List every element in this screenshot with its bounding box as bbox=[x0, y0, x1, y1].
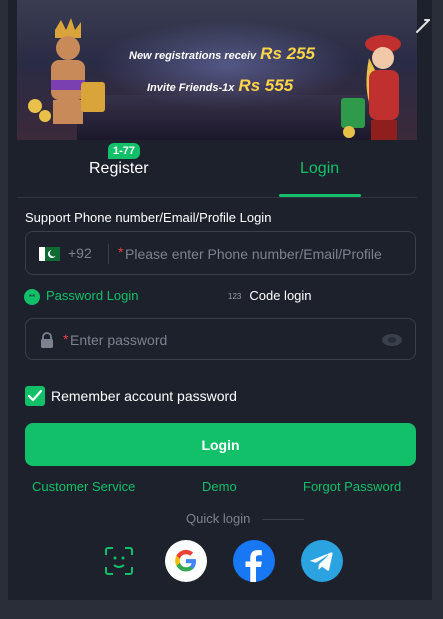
banner-line-registration: New registrations receiv Rs 255 bbox=[129, 44, 315, 64]
phone-input[interactable] bbox=[125, 244, 405, 264]
password-mode-icon: ** bbox=[24, 288, 40, 305]
remember-label: Remember account password bbox=[51, 388, 237, 404]
face-id-button[interactable] bbox=[104, 546, 134, 576]
customer-service-link[interactable]: Customer Service bbox=[32, 479, 135, 494]
password-login-mode[interactable]: ** Password Login bbox=[24, 288, 139, 305]
support-label: Support Phone number/Email/Profile Login bbox=[25, 210, 272, 225]
tab-register-label: Register bbox=[89, 160, 149, 177]
lock-icon bbox=[41, 332, 53, 348]
login-button[interactable]: Login bbox=[25, 423, 416, 466]
tab-active-indicator bbox=[279, 194, 361, 197]
tab-register[interactable]: Register bbox=[89, 160, 149, 178]
google-icon bbox=[175, 549, 196, 572]
face-id-icon bbox=[105, 547, 133, 575]
check-icon bbox=[27, 389, 43, 402]
promo-banner[interactable]: New registrations receiv Rs 255 Invite Fr… bbox=[17, 0, 417, 140]
remember-password[interactable]: Remember account password bbox=[25, 386, 237, 406]
forgot-password-link[interactable]: Forgot Password bbox=[303, 479, 401, 494]
banner-line2-amount: Rs 555 bbox=[238, 76, 294, 95]
google-login-button[interactable] bbox=[165, 540, 207, 582]
password-login-label: Password Login bbox=[46, 288, 139, 303]
banner-character-woman-icon bbox=[341, 35, 401, 140]
banner-character-man-icon bbox=[28, 18, 105, 124]
demo-link[interactable]: Demo bbox=[202, 479, 237, 494]
facebook-login-button[interactable] bbox=[233, 540, 275, 582]
phone-field[interactable]: +92 * bbox=[25, 231, 416, 275]
banner-line2-text: Invite Friends-1x bbox=[147, 82, 235, 94]
banner-line1-text: New registrations receiv bbox=[129, 50, 257, 62]
facebook-icon bbox=[245, 550, 262, 582]
register-bonus-badge: 1-77 bbox=[108, 143, 141, 159]
password-input[interactable] bbox=[70, 330, 370, 350]
eye-closed-icon[interactable] bbox=[381, 332, 403, 348]
code-login-label: Code login bbox=[249, 288, 312, 303]
code-login-mode[interactable]: 123 Code login bbox=[228, 288, 312, 303]
remember-checkbox[interactable] bbox=[25, 386, 45, 406]
telegram-icon bbox=[310, 552, 333, 571]
required-mark: * bbox=[63, 331, 69, 347]
tab-login-label: Login bbox=[300, 160, 340, 177]
telegram-login-button[interactable] bbox=[301, 540, 343, 582]
pakistan-flag-icon bbox=[39, 247, 60, 261]
quick-login-label: Quick login bbox=[186, 511, 251, 526]
svg-text:**: ** bbox=[29, 293, 35, 302]
banner-line-invite: Invite Friends-1x Rs 555 bbox=[147, 76, 293, 96]
code-mode-icon: 123 bbox=[228, 292, 242, 302]
field-divider bbox=[108, 244, 109, 264]
close-icon[interactable] bbox=[413, 16, 433, 36]
banner-line1-amount: Rs 255 bbox=[260, 44, 315, 63]
banner-road bbox=[77, 95, 377, 140]
required-mark: * bbox=[118, 244, 124, 260]
quick-login-divider bbox=[262, 519, 304, 520]
password-field[interactable]: * bbox=[25, 318, 416, 360]
country-code[interactable]: +92 bbox=[68, 245, 92, 261]
auth-tabs: Register 1-77 Login bbox=[17, 143, 417, 198]
tab-login[interactable]: Login bbox=[300, 160, 339, 178]
